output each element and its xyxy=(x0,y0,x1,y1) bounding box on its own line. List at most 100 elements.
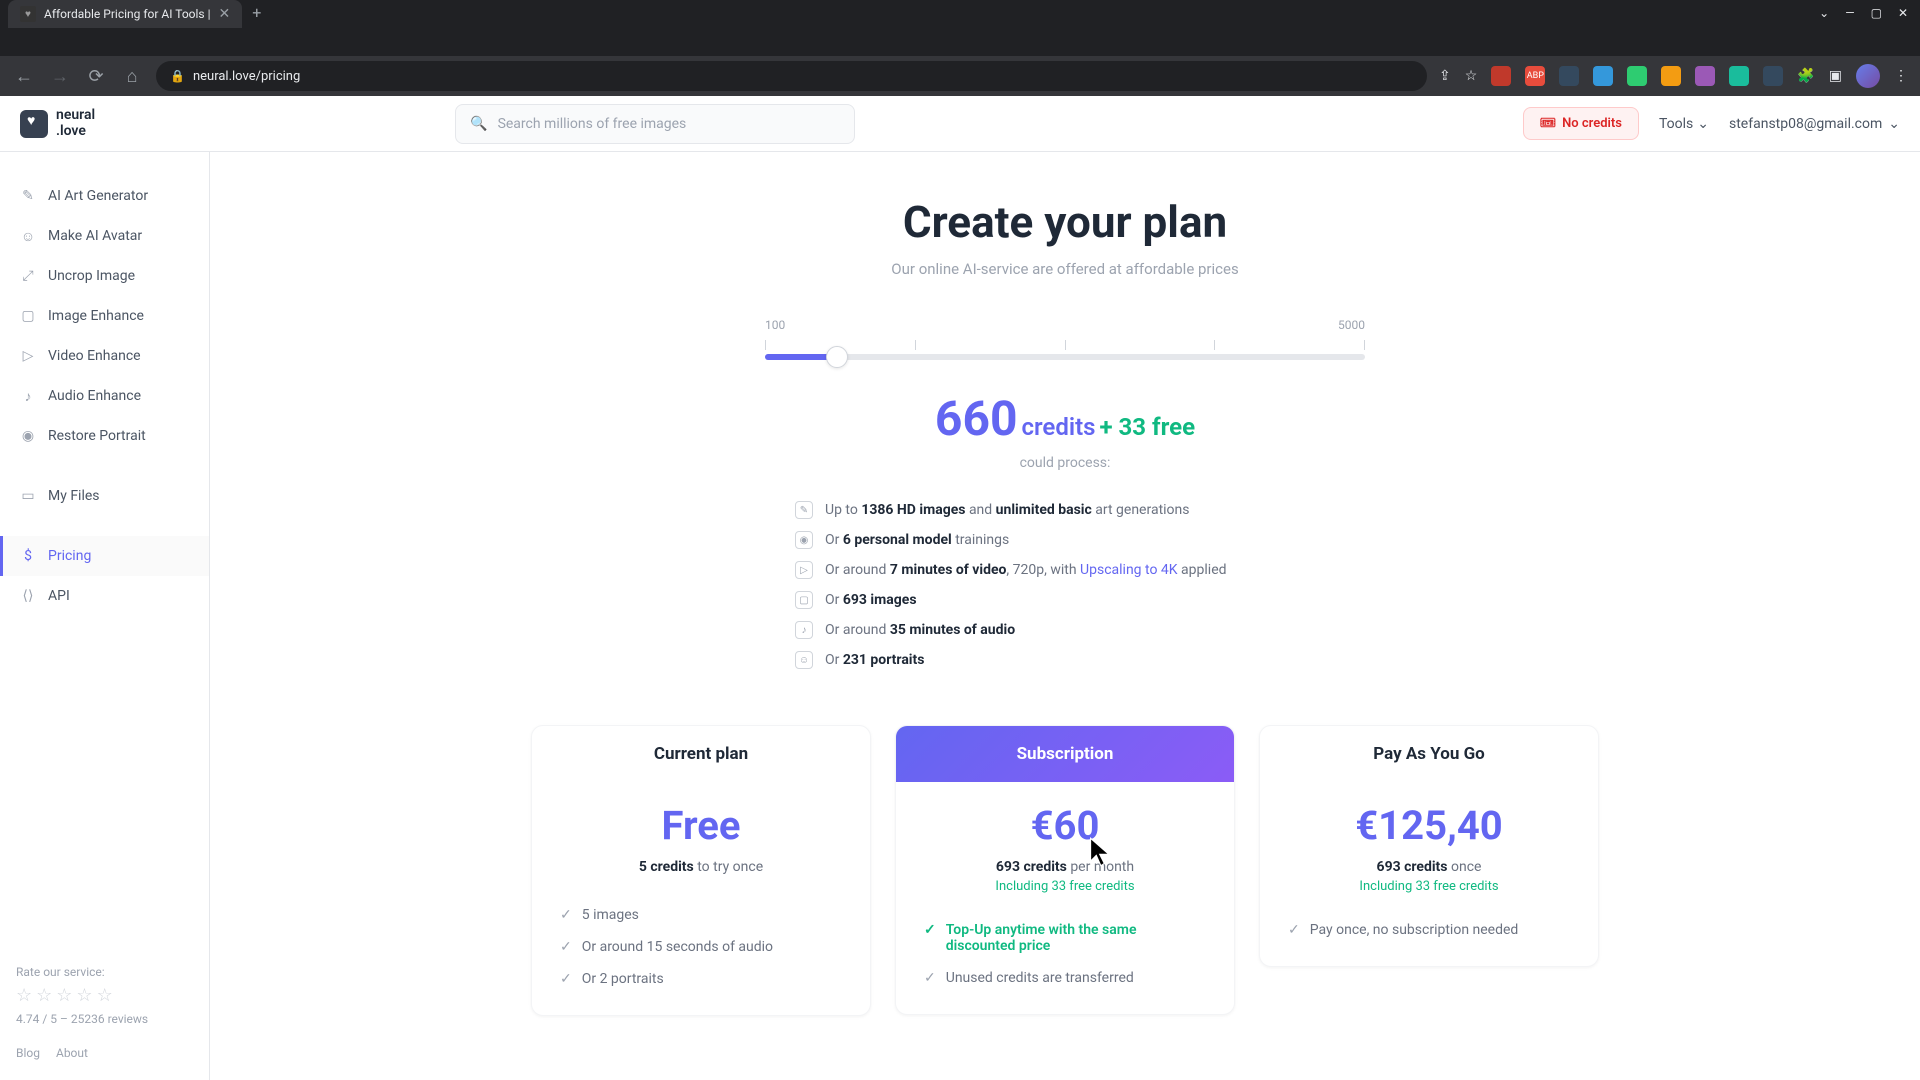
sidebar-item-label: Restore Portrait xyxy=(48,428,146,444)
star-icon[interactable]: ☆ xyxy=(36,985,52,1006)
sidebar-item-api[interactable]: ⟨⟩API xyxy=(0,576,209,616)
bookmark-icon[interactable]: ☆ xyxy=(1465,68,1478,84)
image-icon: ▢ xyxy=(795,591,813,609)
process-list: ✎Up to 1386 HD images and unlimited basi… xyxy=(795,495,1335,675)
check-icon: ✓ xyxy=(924,922,936,938)
extension-icon[interactable] xyxy=(1763,66,1783,86)
sidebar-item-label: Image Enhance xyxy=(48,308,144,324)
check-icon: ✓ xyxy=(560,907,572,923)
audio-icon: ♪ xyxy=(20,388,36,404)
sidebar: ✎AI Art Generator ☺ Make AI Avatar ⤢Uncro… xyxy=(0,96,210,1080)
avatar-icon: ☺ xyxy=(20,228,36,244)
plan-header: Subscription xyxy=(896,726,1234,782)
plan-feature: ✓Or around 15 seconds of audio xyxy=(560,931,842,963)
sidebar-item-label: Video Enhance xyxy=(48,348,141,364)
slider-thumb[interactable] xyxy=(826,346,848,368)
no-credits-badge[interactable]: 🎟 No credits xyxy=(1523,107,1639,140)
about-link[interactable]: About xyxy=(56,1046,88,1060)
forward-button[interactable]: → xyxy=(48,66,72,87)
plan-header: Pay As You Go xyxy=(1260,726,1598,782)
star-icon[interactable]: ☆ xyxy=(76,985,92,1006)
sidebar-item-pricing[interactable]: $Pricing xyxy=(0,536,209,576)
check-icon: ✓ xyxy=(560,939,572,955)
plan-credits: 693 credits once xyxy=(1288,859,1570,875)
plan-payg[interactable]: Pay As You Go €125,40 693 credits once I… xyxy=(1259,725,1599,967)
star-icon[interactable]: ☆ xyxy=(56,985,72,1006)
extensions-icon[interactable]: 🧩 xyxy=(1797,68,1814,84)
extension-icon[interactable] xyxy=(1491,66,1511,86)
share-icon[interactable]: ⇪ xyxy=(1439,68,1451,84)
tab-close-icon[interactable]: ✕ xyxy=(219,6,231,22)
slider-track[interactable] xyxy=(765,354,1365,360)
sidebar-item-image-enhance[interactable]: ▢Image Enhance xyxy=(0,296,209,336)
sidebar-item-audio-enhance[interactable]: ♪ Audio Enhance xyxy=(0,376,209,416)
user-email-text: stefanstp08@gmail.com xyxy=(1729,116,1882,132)
credits-label: credits xyxy=(1022,413,1096,441)
plan-feature: ✓Pay once, no subscription needed xyxy=(1288,914,1570,946)
audio-icon: ♪ xyxy=(795,621,813,639)
header-right: 🎟 No credits Tools ⌄ stefanstp08@gmail.c… xyxy=(1523,107,1900,140)
sidebar-item-restore-portrait[interactable]: ◉Restore Portrait xyxy=(0,416,209,456)
sidebar-item-uncrop[interactable]: ⤢Uncrop Image xyxy=(0,256,209,296)
extension-icon[interactable]: ABP xyxy=(1525,66,1545,86)
extension-icon[interactable] xyxy=(1593,66,1613,86)
process-item: ☺Or 231 portraits xyxy=(795,645,1335,675)
upscaling-link[interactable]: Upscaling to 4K xyxy=(1080,562,1178,578)
plan-header: Current plan xyxy=(532,726,870,782)
browser-toolbar: ← → ⟳ ⌂ 🔒 neural.love/pricing ⇪ ☆ ABP 🧩 … xyxy=(0,56,1920,96)
sidebar-item-label: Audio Enhance xyxy=(48,388,141,404)
maximize-icon[interactable]: ▢ xyxy=(1871,6,1882,20)
blog-link[interactable]: Blog xyxy=(16,1046,40,1060)
extension-icon[interactable] xyxy=(1661,66,1681,86)
sidebar-item-label: Make AI Avatar xyxy=(48,228,142,244)
menu-icon[interactable]: ⋮ xyxy=(1894,68,1908,84)
rating-text: 4.74 / 5 – 25236 reviews xyxy=(16,1012,196,1026)
tab-title: Affordable Pricing for AI Tools | xyxy=(44,7,211,21)
sidebar-item-ai-art[interactable]: ✎AI Art Generator xyxy=(0,176,209,216)
logo[interactable]: neural.love xyxy=(20,108,95,139)
site-header: neural.love 🔍 Search millions of free im… xyxy=(0,96,1920,152)
browser-tab[interactable]: ♥ Affordable Pricing for AI Tools | ✕ xyxy=(8,0,242,28)
minimize-icon[interactable]: — xyxy=(1845,6,1854,20)
rating-stars[interactable]: ☆ ☆ ☆ ☆ ☆ xyxy=(16,985,196,1006)
sidebar-item-my-files[interactable]: ▭My Files xyxy=(0,476,209,516)
extension-icon[interactable] xyxy=(1627,66,1647,86)
expand-icon: ⤢ xyxy=(20,268,36,284)
extension-icon[interactable] xyxy=(1729,66,1749,86)
plans-row: Current plan Free 5 credits to try once … xyxy=(250,725,1880,1016)
user-menu[interactable]: stefanstp08@gmail.com ⌄ xyxy=(1729,116,1900,132)
tools-dropdown[interactable]: Tools ⌄ xyxy=(1659,116,1709,132)
address-bar[interactable]: 🔒 neural.love/pricing xyxy=(156,61,1427,91)
plan-price: Free xyxy=(560,802,842,849)
plan-including: Including 33 free credits xyxy=(924,879,1206,894)
slider-labels: 100 5000 xyxy=(765,318,1365,332)
rate-label: Rate our service: xyxy=(16,965,196,979)
home-button[interactable]: ⌂ xyxy=(120,66,144,87)
profile-avatar[interactable] xyxy=(1856,64,1880,88)
extension-icon[interactable] xyxy=(1559,66,1579,86)
logo-text-2: .love xyxy=(56,123,86,139)
plan-subscription[interactable]: Subscription €60 693 credits per month I… xyxy=(895,725,1235,1015)
browser-chrome: ♥ Affordable Pricing for AI Tools | ✕ + … xyxy=(0,0,1920,56)
side-panel-icon[interactable]: ▣ xyxy=(1829,68,1842,84)
star-icon[interactable]: ☆ xyxy=(97,985,113,1006)
new-tab-button[interactable]: + xyxy=(242,0,271,28)
credits-slider[interactable]: 100 5000 xyxy=(765,318,1365,360)
folder-icon: ▭ xyxy=(20,488,36,504)
extension-icon[interactable] xyxy=(1695,66,1715,86)
tab-bar: ♥ Affordable Pricing for AI Tools | ✕ + xyxy=(0,0,1920,28)
back-button[interactable]: ← xyxy=(12,66,36,87)
sidebar-item-avatar[interactable]: ☺ Make AI Avatar xyxy=(0,216,209,256)
model-icon: ◉ xyxy=(795,531,813,549)
could-process-label: could process: xyxy=(250,455,1880,471)
star-icon[interactable]: ☆ xyxy=(16,985,32,1006)
plan-free[interactable]: Current plan Free 5 credits to try once … xyxy=(531,725,871,1016)
search-input[interactable]: 🔍 Search millions of free images xyxy=(455,104,855,144)
close-window-icon[interactable]: ✕ xyxy=(1898,6,1908,20)
reload-button[interactable]: ⟳ xyxy=(84,66,108,87)
plan-feature: ✓Or 2 portraits xyxy=(560,963,842,995)
sidebar-item-video-enhance[interactable]: ▷Video Enhance xyxy=(0,336,209,376)
lock-icon: 🔒 xyxy=(170,69,185,83)
chevron-down-icon[interactable]: ⌄ xyxy=(1819,6,1829,20)
plan-price: €125,40 xyxy=(1288,802,1570,849)
